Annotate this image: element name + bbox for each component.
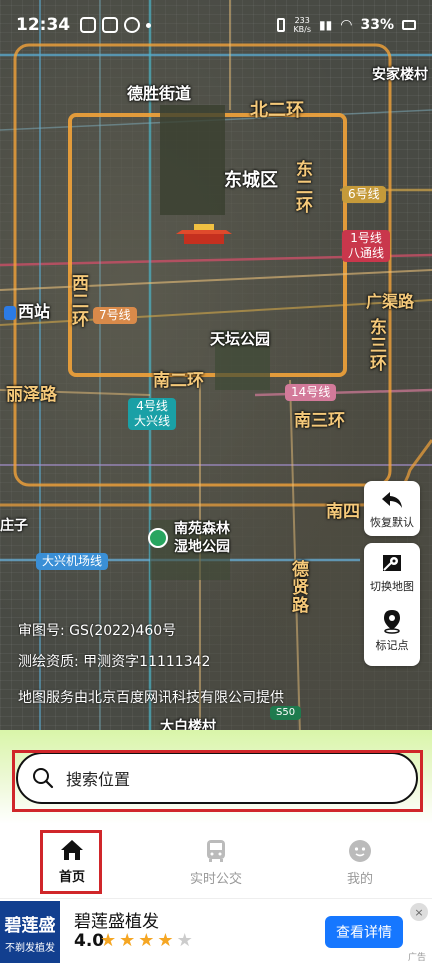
road-label-west2: 西二环 [68,274,88,328]
tab-realtime-bus[interactable]: 实时公交 [144,824,288,898]
metro-badge-line14: 14号线 [285,384,337,401]
map-label-tiantan: 天坛公园 [210,330,271,348]
map-label-anjialou: 安家楼村 [372,67,428,83]
map-view[interactable]: 德胜街道 东城区 安家楼村 天坛公园 西站 庄子 南苑森林 湿地公园 大白楼村 … [0,0,432,735]
star-filled-icon: ★ [157,930,177,951]
metro-badge-line7: 7号线 [93,307,137,324]
view-details-button[interactable]: 查看详情 [325,916,403,948]
map-approval-number: 审图号: GS(2022)460号 [18,623,177,639]
ad-star-rating: ★★★★★ [100,930,196,951]
map-switch-icon [383,555,401,571]
star-filled-icon: ★ [100,930,120,951]
undo-arrow-icon [382,492,402,508]
ad-title: 碧莲盛植发 [74,912,159,932]
map-label-zhuangzi: 庄子 [0,518,28,534]
vibrate-icon [277,18,286,32]
status-bar: 12:34 233 KB/s ▮▮ ◠ 33% [0,0,432,50]
map-label-desheng: 德胜街道 [127,84,192,103]
map-tools-panel: 切换地图 标记点 [364,543,420,666]
road-label-south3: 南三环 [294,411,345,431]
road-label-south4: 南四 [326,502,360,522]
gallery-notification-icon [80,17,97,33]
road-label-east3: 东三环 [366,318,386,372]
star-empty-icon: ★ [176,930,196,951]
signal-icon: ▮▮ [319,18,333,32]
park-marker-icon [148,528,168,548]
metro-badge-line4: 4号线 大兴线 [128,398,177,430]
metro-badge-line6: 6号线 [342,186,386,203]
network-speed: 233 KB/s [293,16,312,34]
battery-icon [402,20,416,30]
app-notification-icon [102,17,119,33]
profile-icon [349,840,371,862]
mark-point-button[interactable]: 标记点 [364,600,420,659]
ad-mark-label: 广告 [407,953,426,963]
star-filled-icon: ★ [138,930,158,951]
map-survey-qualification: 测绘资质: 甲测资字11111342 [18,654,211,670]
metro-badge-daxing-airport: 大兴机场线 [36,553,109,570]
map-label-xizhan: 西站 [4,298,50,322]
more-dot-icon [146,22,152,28]
ad-logo: 碧莲盛 不剃发植发 [0,901,60,963]
battery-percent: 33% [360,17,394,33]
link-notification-icon [124,17,141,33]
location-pin-icon [384,610,400,634]
tiananmen-landmark-icon [176,222,232,244]
station-icon [4,305,16,320]
road-badge-s50: S50 [270,706,302,720]
switch-map-button[interactable]: 切换地图 [364,543,420,600]
wifi-icon: ◠ [340,17,353,33]
status-time: 12:34 [16,15,71,35]
road-label-south2: 南二环 [153,371,204,391]
restore-default-button[interactable]: 恢复默认 [364,481,420,536]
road-label-dexian: 德贤路 [288,560,308,614]
metro-badge-line1: 1号线 八通线 [342,230,391,262]
map-label-dongcheng: 东城区 [224,170,278,191]
ad-banner[interactable]: 碧莲盛 不剃发植发 碧莲盛植发 4.0 ★★★★★ 查看详情 [0,898,432,964]
bus-icon [207,840,225,862]
highlight-frame-home-tab [40,830,102,894]
road-label-east2: 东二环 [292,160,312,214]
notification-icons [80,17,152,33]
highlight-frame-search [12,750,423,812]
road-label-lize: 丽泽路 [6,385,57,405]
tab-profile[interactable]: 我的 [288,824,432,898]
ad-close-icon[interactable]: × [410,903,428,921]
map-provider-notice: 地图服务由北京百度网讯科技有限公司提供 [18,690,284,706]
map-label-nanyuan: 南苑森林 湿地公园 [174,521,230,555]
road-label-guangqu: 广渠路 [366,292,415,311]
road-label-north2: 北二环 [250,100,304,121]
star-filled-icon: ★ [119,930,139,951]
